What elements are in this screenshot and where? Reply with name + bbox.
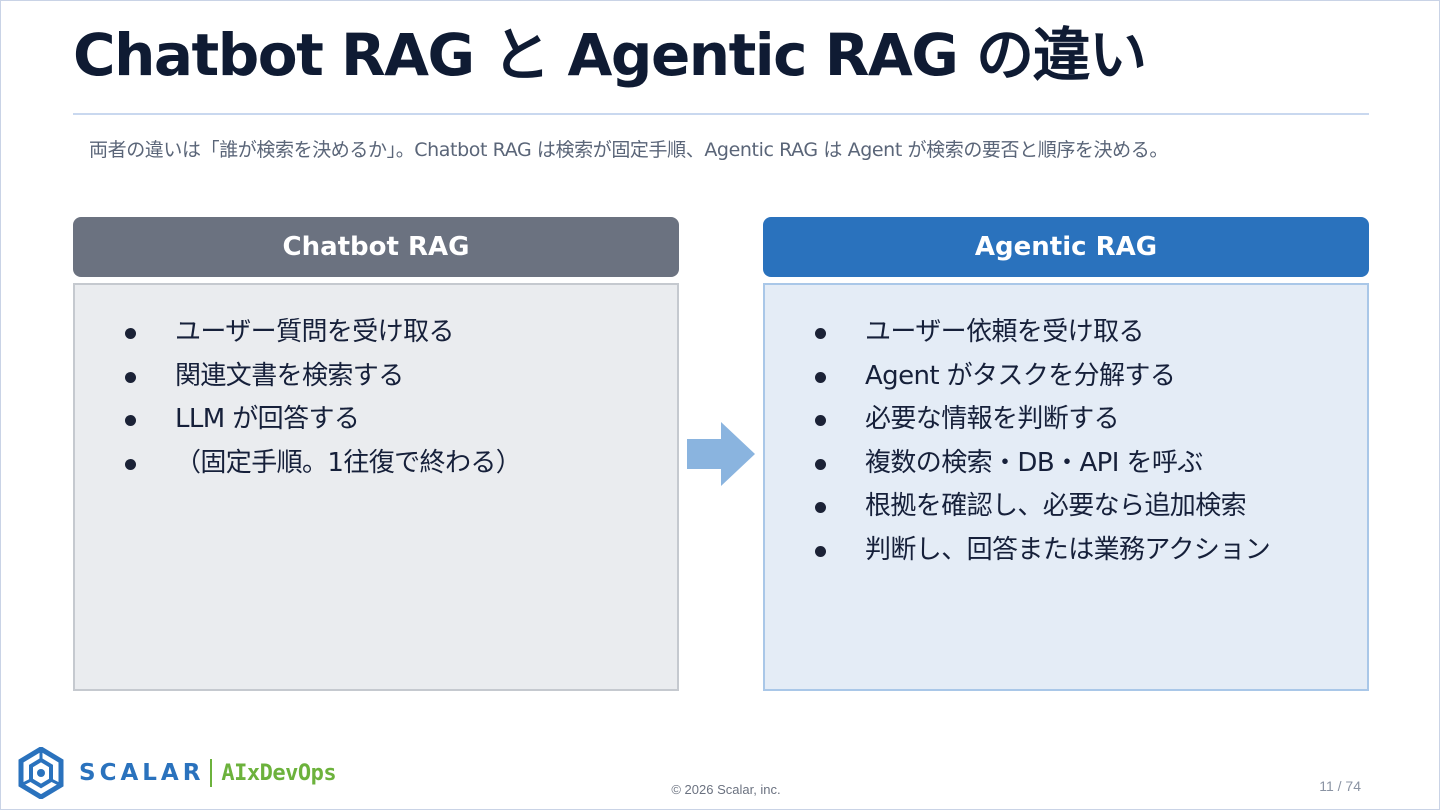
bullet-dot-icon xyxy=(815,371,826,383)
list-item: 関連文書を検索する xyxy=(119,355,521,399)
list-item-text: 判断し、回答または業務アクション xyxy=(865,534,1271,565)
bullet-dot-icon xyxy=(815,458,826,470)
list-item: 判断し、回答または業務アクション xyxy=(809,529,1271,573)
agentic-rag-panel: ユーザー依頼を受け取る Agent がタスクを分解する 必要な情報を判断する 複… xyxy=(763,283,1369,691)
bullet-dot-icon xyxy=(125,458,136,470)
list-item-text: 関連文書を検索する xyxy=(175,360,404,391)
chatbot-rag-header: Chatbot RAG xyxy=(73,217,679,277)
chatbot-rag-list: ユーザー質問を受け取る 関連文書を検索する LLM が回答する （固定手順。1往… xyxy=(119,311,522,486)
list-item-text: ユーザー質問を受け取る xyxy=(175,317,454,347)
bullet-dot-icon xyxy=(815,545,826,557)
list-item-text: ユーザー依頼を受け取る xyxy=(865,317,1144,347)
chatbot-rag-panel: ユーザー質問を受け取る 関連文書を検索する LLM が回答する （固定手順。1往… xyxy=(73,283,679,691)
page-title: Chatbot RAG と Agentic RAG の違い xyxy=(73,21,1147,89)
list-item: Agent がタスクを分解する xyxy=(809,355,1270,399)
bullet-dot-icon xyxy=(125,328,136,339)
page-subtitle: 両者の違いは「誰が検索を決めるか」。Chatbot RAG は検索が固定手順、A… xyxy=(89,139,1168,161)
list-item-text: （固定手順。1往復で終わる） xyxy=(175,447,522,478)
agentic-rag-list: ユーザー依頼を受け取る Agent がタスクを分解する 必要な情報を判断する 複… xyxy=(809,311,1271,573)
list-item: ユーザー質問を受け取る xyxy=(119,311,521,355)
slide: Chatbot RAG と Agentic RAG の違い 両者の違いは「誰が検… xyxy=(0,0,1440,810)
list-item: （固定手順。1往復で終わる） xyxy=(119,442,522,486)
list-item-text: 複数の検索・DB・API を呼ぶ xyxy=(865,447,1203,478)
list-item: ユーザー依頼を受け取る xyxy=(809,311,1270,355)
list-item-text: 必要な情報を判断する xyxy=(865,404,1120,434)
list-item-text: 根拠を確認し、必要なら追加検索 xyxy=(865,491,1247,521)
list-item: 根拠を確認し、必要なら追加検索 xyxy=(809,485,1270,529)
list-item: 複数の検索・DB・API を呼ぶ xyxy=(809,442,1270,486)
copyright: © 2026 Scalar, inc. xyxy=(671,782,781,797)
list-item-text: LLM が回答する xyxy=(175,404,360,434)
right-arrow-icon xyxy=(687,422,755,486)
page-number: 11 / 74 xyxy=(1319,778,1361,794)
chatbot-rag-heading: Chatbot RAG xyxy=(282,232,470,262)
bullet-dot-icon xyxy=(125,415,136,426)
agentic-rag-heading: Agentic RAG xyxy=(974,232,1158,262)
bullet-dot-icon xyxy=(815,415,826,426)
title-divider xyxy=(73,113,1369,115)
list-item-text: Agent がタスクを分解する xyxy=(865,360,1176,391)
list-item: LLM が回答する xyxy=(119,398,521,442)
list-item: 必要な情報を判断する xyxy=(809,398,1270,442)
bullet-dot-icon xyxy=(815,328,826,339)
agentic-rag-header: Agentic RAG xyxy=(763,217,1369,277)
bullet-dot-icon xyxy=(815,502,826,513)
bullet-dot-icon xyxy=(125,371,136,383)
